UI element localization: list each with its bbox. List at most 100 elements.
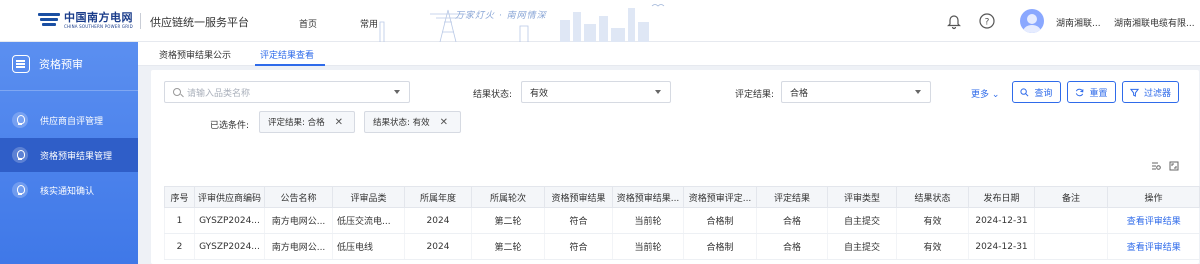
sidebar: 资格预审 供应商自评管理 资格预审结果管理 核实通知确认: [0, 42, 138, 264]
selected-conditions-label: 已选条件:: [210, 121, 250, 131]
column-header: 资格预审结果...: [612, 186, 684, 208]
more-filters-link[interactable]: 更多 ⌄: [971, 87, 999, 100]
column-header: 备注: [1034, 186, 1108, 208]
table-cell: 自主提交: [827, 233, 897, 260]
company-name[interactable]: 湖南湘联电缆有限...: [1114, 16, 1195, 29]
chevron-down-icon: ⌄: [989, 90, 1000, 100]
column-settings-icon[interactable]: [1151, 161, 1161, 171]
column-header: 评定结果: [756, 186, 828, 208]
lightbulb-icon: [12, 112, 28, 128]
table-cell: 合格: [756, 207, 828, 234]
status-value: 有效: [530, 88, 549, 99]
fullscreen-icon[interactable]: [1169, 161, 1179, 171]
column-header: 序号: [164, 186, 195, 208]
result-value: 合格: [790, 88, 809, 99]
platform-title: 供应链统一服务平台: [150, 16, 249, 29]
banner-slogan: 万家灯火 · 南网情深: [455, 11, 547, 21]
table-cell: 2024-12-31: [968, 233, 1035, 260]
lightbulb-icon: [12, 147, 28, 163]
table-row: 2 GYSZP2024... 南方电网公... 低压电线 2024 第二轮 符合 当前轮 合格制…: [164, 233, 1200, 260]
sidebar-item-label: 供应商自评管理: [40, 116, 104, 127]
chevron-down-icon: [394, 90, 400, 94]
table-cell: 合格制: [683, 233, 757, 260]
main-content: 请输入品类名称 结果状态: 有效 评定结果: 合格 更多 ⌄ 查询 重置 过滤器…: [151, 70, 1200, 264]
sidebar-item-label: 资格预审结果管理: [40, 151, 113, 162]
table-cell: [1034, 233, 1108, 260]
column-header: 结果状态: [896, 186, 969, 208]
column-header: 所属轮次: [471, 186, 545, 208]
chevron-down-icon: [655, 90, 661, 94]
table-cell: GYSZP2024...: [194, 233, 265, 260]
table-header-row: 序号 评审供应商编码 公告名称 评审品类 所属年度 所属轮次 资格预审结果 资格预审结果...…: [164, 186, 1200, 208]
table-cell: 查看评审结果: [1107, 207, 1200, 234]
table-cell: 低压电线: [332, 233, 405, 260]
tab-prequal-public[interactable]: 资格预审结果公示: [159, 48, 231, 61]
user-name[interactable]: 湖南湘联...: [1056, 16, 1101, 29]
table-cell: 当前轮: [612, 207, 684, 234]
logo[interactable]: 中国南方电网 CHINA SOUTHERN POWER GRID: [38, 11, 133, 29]
help-icon[interactable]: ?: [978, 12, 996, 30]
table-cell: 自主提交: [827, 207, 897, 234]
view-result-link[interactable]: 查看评审结果: [1127, 243, 1181, 253]
table-cell: 2024: [404, 233, 472, 260]
condition-chip-status[interactable]: 结果状态: 有效 ✕: [364, 111, 461, 133]
view-result-link[interactable]: 查看评审结果: [1127, 217, 1181, 227]
header-divider: [140, 13, 141, 29]
column-header: 资格预审评定...: [683, 186, 757, 208]
results-table: 序号 评审供应商编码 公告名称 评审品类 所属年度 所属轮次 资格预审结果 资格预审结果...…: [164, 186, 1200, 260]
status-label: 结果状态:: [473, 90, 513, 100]
sidebar-item-verify-notice[interactable]: 核实通知确认: [0, 173, 138, 207]
table-cell: 2024: [404, 207, 472, 234]
reset-label: 重置: [1089, 88, 1108, 99]
table-cell: 合格制: [683, 207, 757, 234]
top-header: 中国南方电网 CHINA SOUTHERN POWER GRID 供应链统一服务…: [0, 0, 1200, 42]
close-icon[interactable]: ✕: [440, 117, 448, 128]
sidebar-item-prequal-results[interactable]: 资格预审结果管理: [0, 138, 138, 172]
table-cell: 第二轮: [471, 233, 545, 260]
column-header: 评审品类: [332, 186, 405, 208]
table-cell: GYSZP2024...: [194, 207, 265, 234]
sidebar-item-label: 核实通知确认: [40, 186, 95, 197]
nav-home[interactable]: 首页: [299, 17, 317, 30]
table-cell: 南方电网公...: [264, 233, 333, 260]
logo-text-en: CHINA SOUTHERN POWER GRID: [64, 23, 133, 29]
table-cell: 2024-12-31: [968, 207, 1035, 234]
table-cell: 当前轮: [612, 233, 684, 260]
tab-eval-results[interactable]: 评定结果查看: [260, 48, 314, 61]
query-label: 查询: [1034, 88, 1053, 99]
sidebar-title-label: 资格预审: [39, 58, 83, 71]
column-header: 资格预审结果: [544, 186, 613, 208]
sidebar-divider: [0, 90, 138, 91]
table-cell: 1: [164, 207, 195, 234]
column-header: 评审供应商编码: [194, 186, 265, 208]
refresh-icon: [1076, 88, 1084, 96]
sidebar-title: 资格预审: [12, 55, 83, 73]
search-input[interactable]: 请输入品类名称: [164, 81, 410, 103]
close-icon[interactable]: ✕: [335, 117, 343, 128]
table-cell: 低压交流电...: [332, 207, 405, 234]
sidebar-item-supplier-self-eval[interactable]: 供应商自评管理: [0, 103, 138, 137]
avatar[interactable]: [1020, 9, 1044, 33]
result-label: 评定结果:: [735, 90, 775, 100]
result-select[interactable]: 合格: [781, 81, 931, 103]
search-placeholder: 请输入品类名称: [187, 88, 251, 99]
table-cell: 有效: [896, 233, 969, 260]
grid-logo-icon: [38, 11, 60, 29]
search-icon: [173, 88, 181, 96]
column-header: 操作: [1107, 186, 1200, 208]
reset-button[interactable]: 重置: [1067, 81, 1116, 103]
query-button[interactable]: 查询: [1012, 81, 1061, 103]
condition-chip-result[interactable]: 评定结果: 合格 ✕: [259, 111, 355, 133]
search-icon: [1020, 87, 1029, 96]
column-header: 发布日期: [968, 186, 1035, 208]
active-tab-indicator: [255, 64, 325, 66]
bell-icon[interactable]: [945, 12, 963, 30]
filter-button[interactable]: 过滤器: [1122, 81, 1179, 103]
module-icon: [12, 55, 30, 73]
funnel-icon: [1129, 88, 1139, 97]
status-select[interactable]: 有效: [521, 81, 671, 103]
table-cell: 第二轮: [471, 207, 545, 234]
tab-bar: 资格预审结果公示 评定结果查看: [138, 42, 1200, 66]
chip-label: 结果状态: 有效: [373, 118, 430, 128]
city-skyline-decoration: [379, 4, 665, 42]
